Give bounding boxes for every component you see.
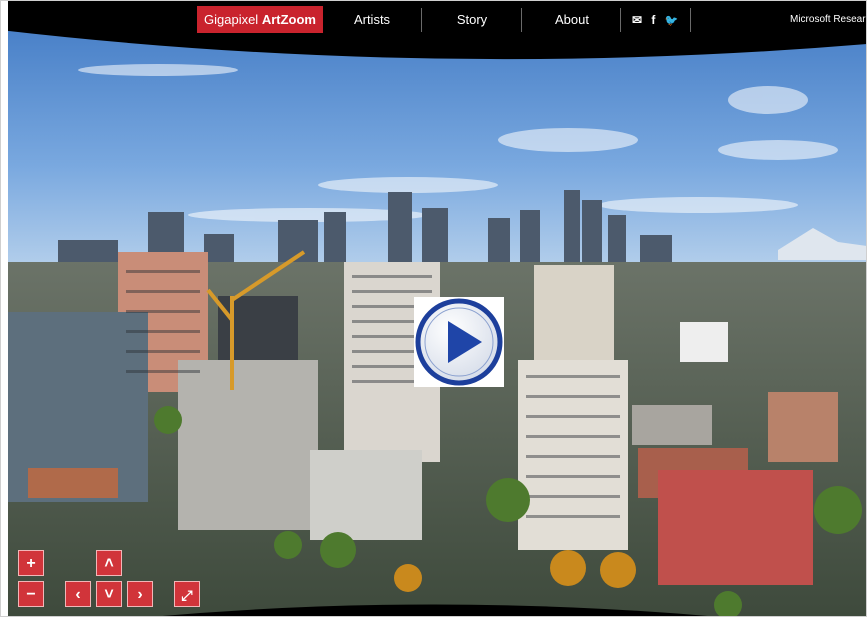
facebook-icon[interactable]: f xyxy=(651,9,655,31)
brand-logo[interactable]: Gigapixel ArtZoom xyxy=(197,6,323,33)
nav-artists[interactable]: Artists xyxy=(336,9,408,31)
pan-up-button[interactable]: ˄ xyxy=(96,550,122,576)
nav-divider xyxy=(521,8,522,32)
top-navigation: Gigapixel ArtZoom Artists Story About ✉ … xyxy=(0,0,867,38)
brand-prefix: Gigapixel xyxy=(204,12,259,27)
panorama-viewer[interactable]: Gigapixel ArtZoom Artists Story About ✉ … xyxy=(0,0,867,617)
pan-right-button[interactable]: › xyxy=(127,581,153,607)
brand-name: ArtZoom xyxy=(261,12,316,27)
mail-icon[interactable]: ✉ xyxy=(632,9,642,31)
zoom-in-button[interactable]: + xyxy=(18,550,44,576)
nav-divider xyxy=(620,8,621,32)
play-icon xyxy=(415,298,503,386)
nav-divider xyxy=(421,8,422,32)
nav-story[interactable]: Story xyxy=(436,9,508,31)
left-margin xyxy=(0,0,8,617)
microsoft-research-link[interactable]: Microsoft Research xyxy=(790,9,867,31)
twitter-icon[interactable]: 🐦 xyxy=(665,10,679,32)
fullscreen-button[interactable]: ⤢ xyxy=(174,581,200,607)
pan-down-button[interactable]: ˅ xyxy=(96,581,122,607)
nav-divider xyxy=(690,8,691,32)
play-button[interactable] xyxy=(414,297,504,387)
pan-left-button[interactable]: ‹ xyxy=(65,581,91,607)
zoom-out-button[interactable]: − xyxy=(18,581,44,607)
social-links: ✉ f 🐦 xyxy=(632,9,684,31)
nav-about[interactable]: About xyxy=(536,9,608,31)
